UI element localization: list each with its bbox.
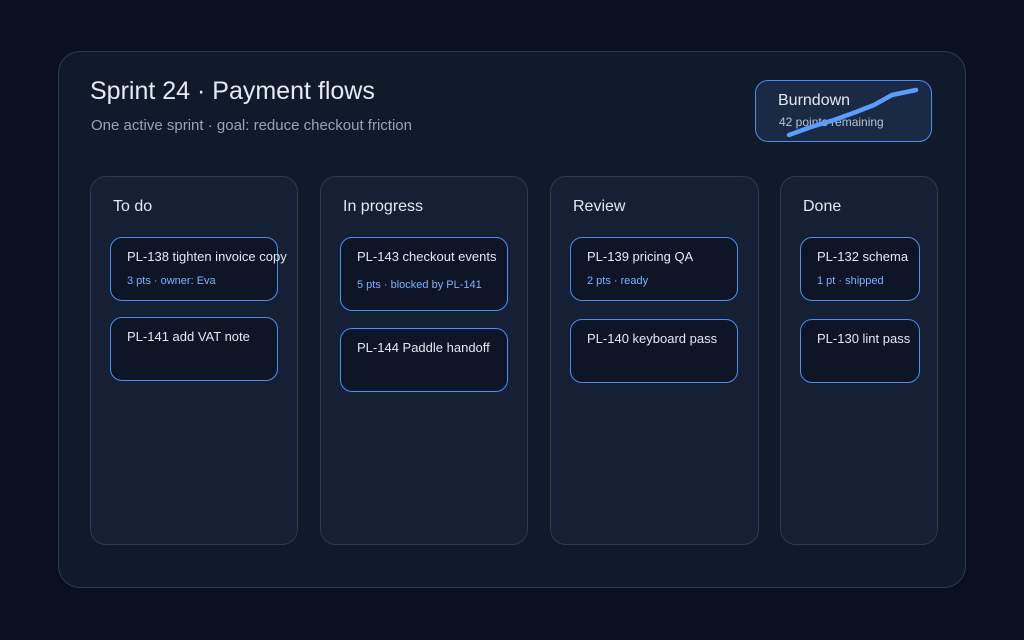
task-card[interactable]: PL-130 lint pass xyxy=(800,319,920,383)
column-to-do: To do PL-138 tighten invoice copy 3 pts … xyxy=(90,176,298,545)
card-title: PL-139 pricing QA xyxy=(587,249,694,264)
column-title: Review xyxy=(573,198,626,215)
card-title: PL-141 add VAT note xyxy=(127,329,250,344)
column-in-progress: In progress PL-143 checkout events 5 pts… xyxy=(320,176,528,545)
task-card[interactable]: PL-143 checkout events 5 pts · blocked b… xyxy=(340,237,508,311)
task-card[interactable]: PL-140 keyboard pass xyxy=(570,319,738,383)
burndown-widget[interactable]: Burndown 42 points remaining xyxy=(755,80,932,142)
card-title: PL-130 lint pass xyxy=(817,331,911,346)
burndown-line xyxy=(786,87,919,138)
card-title: PL-140 keyboard pass xyxy=(587,331,718,346)
task-card[interactable]: PL-139 pricing QA 2 pts · ready xyxy=(570,237,738,301)
card-title: PL-143 checkout events xyxy=(357,249,497,264)
column-done: Done PL-132 schema 1 pt · shipped PL-130… xyxy=(780,176,938,545)
card-meta: 2 pts · ready xyxy=(587,275,649,287)
column-title: Done xyxy=(803,198,842,215)
column-title: In progress xyxy=(343,198,424,215)
board-screen: Sprint 24 · Payment flows One active spr… xyxy=(0,0,1024,640)
page-title: Sprint 24 · Payment flows xyxy=(90,77,375,105)
task-card[interactable]: PL-138 tighten invoice copy 3 pts · owne… xyxy=(110,237,287,301)
task-card[interactable]: PL-141 add VAT note xyxy=(110,317,278,381)
task-card[interactable]: PL-132 schema 1 pt · shipped xyxy=(800,237,920,301)
burndown-sparkline xyxy=(786,87,919,138)
card-meta: 1 pt · shipped xyxy=(817,275,884,287)
column-title: To do xyxy=(113,198,153,215)
column-review: Review PL-139 pricing QA 2 pts · ready P… xyxy=(550,176,759,545)
card-meta: 5 pts · blocked by PL-141 xyxy=(357,279,482,291)
task-card[interactable]: PL-144 Paddle handoff xyxy=(340,328,508,392)
card-meta: 3 pts · owner: Eva xyxy=(127,275,216,287)
card-title: PL-138 tighten invoice copy xyxy=(127,249,287,264)
card-title: PL-132 schema xyxy=(817,249,909,264)
card-title: PL-144 Paddle handoff xyxy=(357,340,490,355)
page-subtitle: One active sprint · goal: reduce checkou… xyxy=(91,117,412,134)
